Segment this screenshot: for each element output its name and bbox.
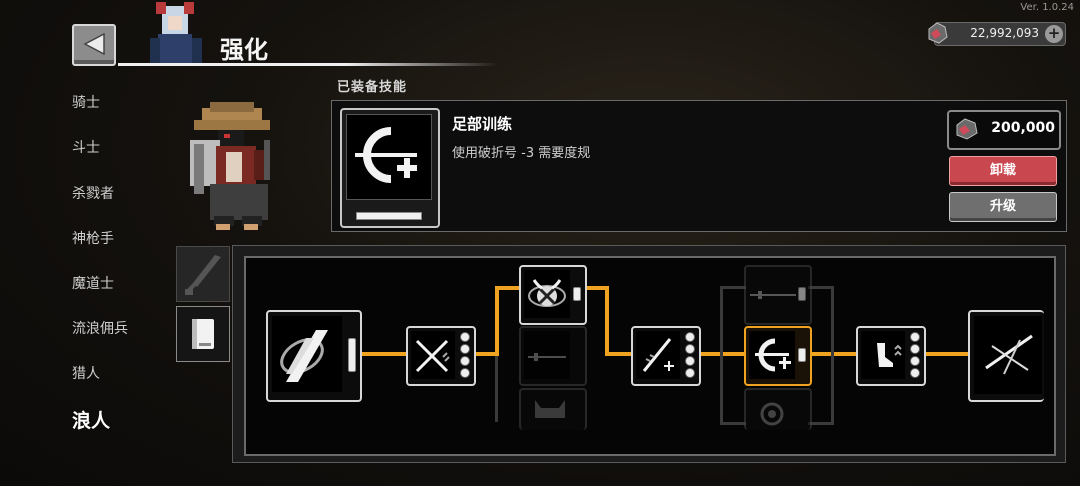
tree-link <box>922 352 972 356</box>
ring-icon <box>760 402 784 426</box>
title-underline <box>118 63 498 66</box>
skill-node-sword-line[interactable] <box>519 326 587 386</box>
class-item-ronin[interactable]: 浪人 <box>72 406 110 433</box>
skill-node-root[interactable] <box>266 310 362 402</box>
back-arrow-icon <box>83 33 105 55</box>
blade-plus-icon <box>642 338 674 372</box>
tab-book[interactable] <box>176 306 230 362</box>
tree-link <box>495 286 521 290</box>
cost-amount: 200,000 <box>991 120 1055 136</box>
tree-link <box>605 352 633 356</box>
boot-icon <box>877 343 902 367</box>
tree-link <box>360 352 406 356</box>
add-currency-button[interactable]: + <box>1045 25 1063 43</box>
back-button[interactable] <box>72 24 116 66</box>
upgrade-cost: 200,000 <box>947 110 1061 150</box>
sword-icon <box>185 255 221 295</box>
class-item-mage[interactable]: 魔道士 <box>72 273 114 293</box>
skill-node-final-slash[interactable] <box>968 310 1044 402</box>
player-portrait <box>150 2 202 64</box>
equipped-skill-label: 已装备技能 <box>337 80 408 95</box>
class-item-hunter[interactable]: 猎人 <box>72 363 100 383</box>
tree-link-locked <box>831 286 834 424</box>
ore-icon <box>956 118 978 140</box>
long-sword-icon <box>750 291 796 299</box>
skill-node-crossed-swords[interactable] <box>406 326 476 386</box>
tab-sword[interactable] <box>176 246 230 302</box>
skill-node-foot-training[interactable] <box>744 326 812 386</box>
sword-icon <box>528 353 566 361</box>
version-label: Ver. 1.0.24 <box>1020 2 1074 13</box>
x-slash-icon <box>985 334 1033 375</box>
ore-icon <box>928 22 948 44</box>
class-item-mercenary[interactable]: 流浪佣兵 <box>72 318 128 338</box>
selected-skill-card <box>340 108 440 228</box>
currency-display: 22,992,093 + <box>928 22 1066 46</box>
tree-link-locked <box>720 422 746 425</box>
upgrade-button[interactable]: 升级 <box>949 192 1057 222</box>
tree-link <box>605 286 609 356</box>
skill-node-boot[interactable] <box>856 326 926 386</box>
currency-amount: 22,992,093 <box>970 26 1039 40</box>
skill-description: 使用破折号 -3 需要度规 <box>452 146 591 161</box>
tree-link-locked <box>720 286 723 424</box>
skill-node-ring[interactable] <box>744 388 812 430</box>
page-title: 强化 <box>220 36 268 64</box>
skill-node-long-sword[interactable] <box>744 265 812 325</box>
skill-name: 足部训练 <box>452 115 513 133</box>
tree-link <box>810 352 858 356</box>
dash-plus-icon <box>755 338 791 372</box>
skill-node-horned-mask[interactable] <box>519 265 587 325</box>
skill-node-blade-plus[interactable] <box>631 326 701 386</box>
helm-icon <box>535 400 565 418</box>
class-item-slayer[interactable]: 杀戮者 <box>72 183 114 203</box>
slash-emblem-icon <box>280 330 328 382</box>
tree-link-locked <box>720 286 746 289</box>
skill-node-demon-helm[interactable] <box>519 388 587 430</box>
book-icon <box>192 319 214 349</box>
ronin-character-sprite <box>190 102 270 230</box>
class-item-fighter[interactable]: 斗士 <box>72 137 100 157</box>
unload-button[interactable]: 卸载 <box>949 156 1057 186</box>
skill-level-bar <box>356 212 422 220</box>
class-item-knight[interactable]: 骑士 <box>72 92 100 112</box>
class-item-gunner[interactable]: 神枪手 <box>72 228 114 248</box>
tree-link <box>495 286 499 356</box>
horned-mask-icon <box>528 279 566 307</box>
crossed-swords-icon <box>415 339 450 373</box>
dash-plus-icon <box>355 127 417 183</box>
tree-link-locked <box>495 356 498 422</box>
